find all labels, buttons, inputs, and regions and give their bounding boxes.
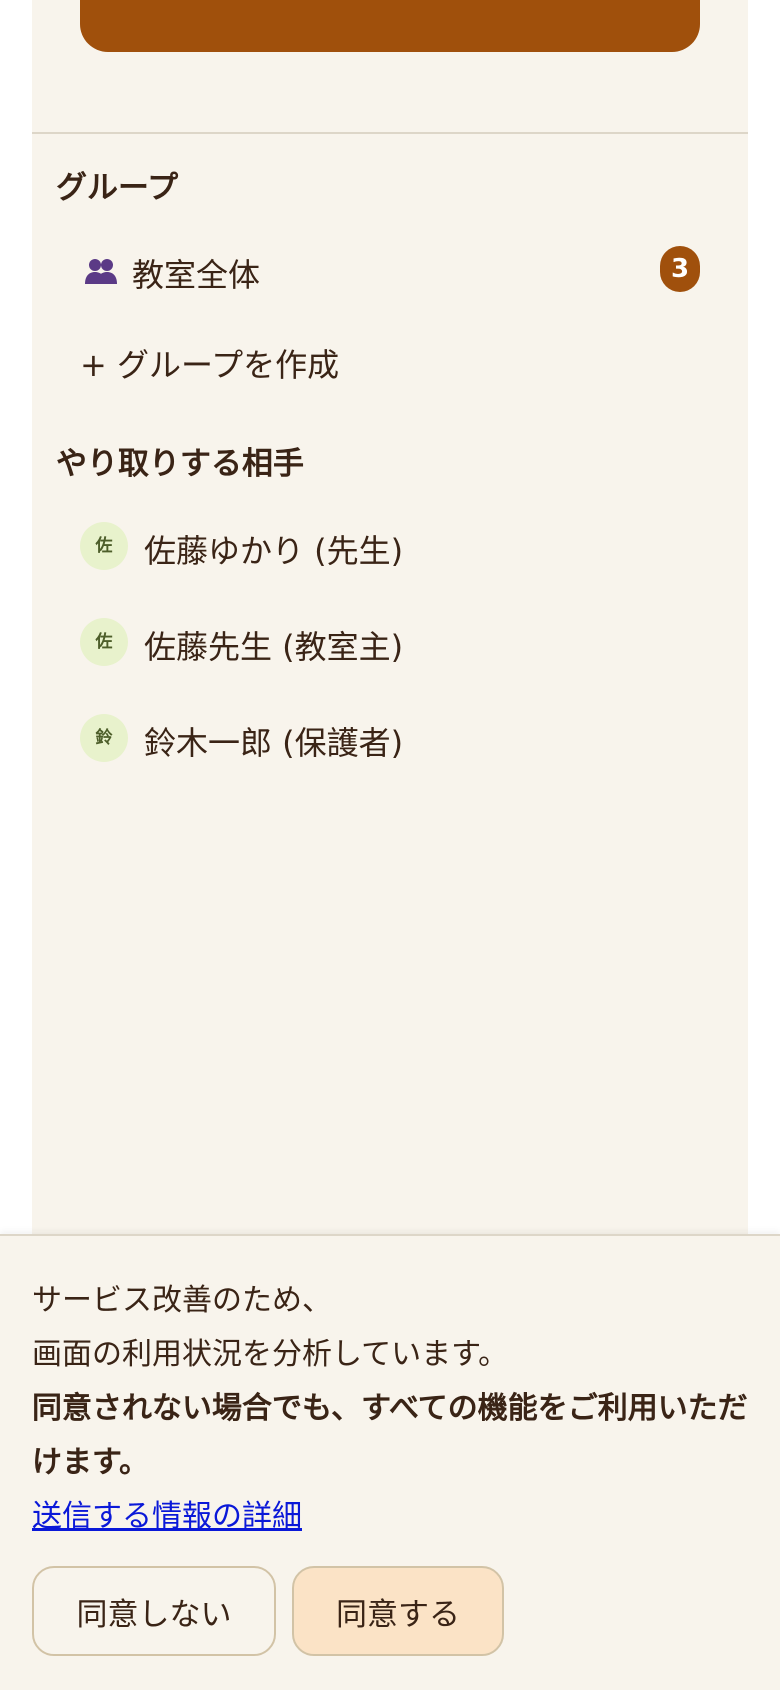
- avatar: 佐: [80, 618, 128, 666]
- contacts-heading: やり取りする相手: [56, 446, 304, 482]
- accept-button[interactable]: 同意する: [292, 1566, 504, 1656]
- primary-action-button[interactable]: [80, 0, 700, 52]
- consent-banner: サービス改善のため、 画面の利用状況を分析しています。 同意されない場合でも、す…: [0, 1234, 780, 1690]
- consent-message: サービス改善のため、 画面の利用状況を分析しています。 同意されない場合でも、す…: [32, 1274, 752, 1544]
- group-item-classroom[interactable]: 教室全体 3: [80, 240, 700, 302]
- contact-item[interactable]: 佐 佐藤ゆかり (先生): [80, 522, 700, 574]
- groups-heading: グループ: [56, 170, 179, 206]
- consent-line-analysis: 画面の利用状況を分析しています。: [32, 1337, 509, 1372]
- contact-item[interactable]: 佐 佐藤先生 (教室主): [80, 618, 700, 670]
- avatar: 佐: [80, 522, 128, 570]
- consent-line-purpose: サービス改善のため、: [32, 1283, 332, 1318]
- contact-name: 鈴木一郎 (保護者): [144, 724, 404, 762]
- contact-name: 佐藤ゆかり (先生): [144, 532, 404, 570]
- decline-button[interactable]: 同意しない: [32, 1566, 276, 1656]
- sidebar-divider: [32, 132, 748, 134]
- contact-name: 佐藤先生 (教室主): [144, 628, 404, 666]
- create-group-link[interactable]: + グループを作成: [80, 340, 339, 386]
- group-icon: [84, 256, 118, 286]
- consent-line-optional: 同意されない場合でも、すべての機能をご利用いただけます。: [32, 1391, 748, 1480]
- details-link[interactable]: 送信する情報の詳細: [32, 1499, 302, 1534]
- avatar: 鈴: [80, 714, 128, 762]
- contact-item[interactable]: 鈴 鈴木一郎 (保護者): [80, 714, 700, 766]
- unread-count-badge: 3: [660, 246, 700, 292]
- group-label: 教室全体: [132, 256, 261, 294]
